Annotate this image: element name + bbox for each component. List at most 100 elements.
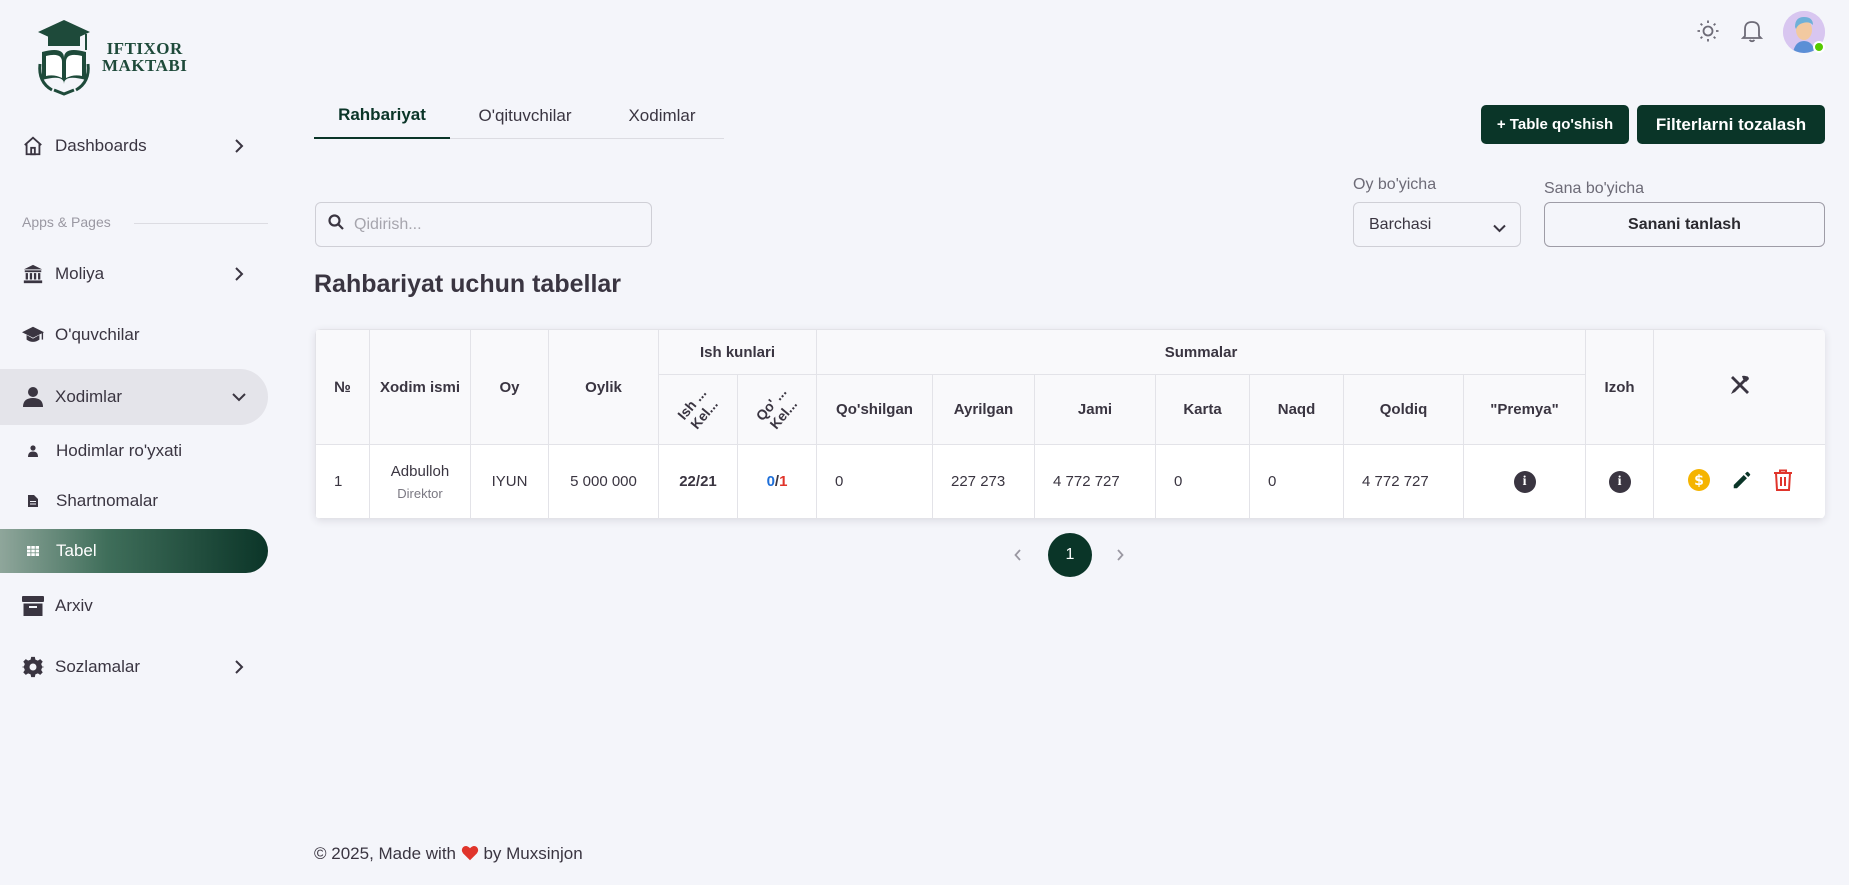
cell-extra-days: 0/1 [737, 444, 817, 519]
person-small-icon [26, 444, 40, 458]
header-no: № [315, 329, 370, 445]
home-icon [22, 135, 44, 157]
user-icon [22, 386, 44, 408]
edit-pencil-icon[interactable] [1731, 469, 1753, 495]
chevron-right-icon [232, 267, 246, 281]
header-month: Oy [470, 329, 549, 445]
tabs: Rahbariyat O'qituvchilar Xodimlar [314, 92, 724, 139]
page-number-button[interactable]: 1 [1048, 533, 1092, 577]
tabel-table-card: № Xodim ismi Oy Oylik Ish kunlari Summal… [315, 329, 1825, 519]
date-picker-button[interactable]: Sanani tanlash [1544, 202, 1825, 247]
month-select[interactable]: Barchasi [1353, 202, 1521, 247]
extra-days-a: 0 [766, 473, 775, 490]
search-input[interactable] [354, 215, 634, 234]
sidebar-item-arxiv[interactable]: Arxiv [0, 578, 268, 634]
bank-icon [22, 263, 44, 285]
sidebar-item-dashboards[interactable]: Dashboards [0, 118, 268, 174]
sidebar-item-label: O'quvchilar [55, 325, 140, 344]
tabel-table: № Xodim ismi Oy Oylik Ish kunlari Summal… [315, 329, 1825, 519]
header-note: Izoh [1585, 329, 1655, 445]
cell-card: 0 [1155, 444, 1250, 519]
cell-bonus: i [1462, 444, 1587, 519]
pagination: 1 [1010, 533, 1130, 577]
cell-deducted: 227 273 [932, 444, 1035, 519]
sidebar-item-label: Sozlamalar [55, 657, 141, 676]
footer-text-before: © 2025, Made with [314, 844, 456, 863]
header-added: Qo'shilgan [816, 374, 933, 445]
tab-xodimlar[interactable]: Xodimlar [600, 92, 724, 139]
search-icon [328, 214, 344, 235]
chevron-right-icon [232, 139, 246, 153]
work-days-total: 21 [700, 473, 717, 490]
header-work-days-sub-2: Qo' ... Kel... [737, 374, 817, 445]
sidebar-item-moliya[interactable]: Moliya [0, 246, 268, 302]
note-info-icon[interactable]: i [1608, 470, 1631, 493]
school-book-icon [38, 20, 90, 96]
header-card: Karta [1155, 374, 1250, 445]
online-status-dot [1813, 41, 1825, 53]
header-deducted: Ayrilgan [932, 374, 1035, 445]
sidebar-item-tabel[interactable]: Tabel [0, 529, 268, 573]
tab-rahbariyat[interactable]: Rahbariyat [314, 92, 450, 139]
header-salary: Oylik [548, 329, 659, 445]
graduation-cap-icon [22, 324, 44, 346]
chevron-right-icon [232, 660, 246, 674]
cell-no: 1 [315, 444, 370, 519]
sidebar-item-hodimlar-royxati[interactable]: Hodimlar ro'yxati [0, 429, 268, 473]
employee-name: Adbulloh [390, 462, 450, 480]
sidebar: IFTIXOR MAKTABI Dashboards Apps & Pages … [0, 0, 270, 885]
logo[interactable]: IFTIXOR MAKTABI [34, 18, 187, 96]
footer: © 2025, Made with by Muxsinjon [314, 844, 583, 864]
header-sums: Summalar [815, 329, 1587, 375]
notification-bell-icon[interactable] [1737, 16, 1767, 46]
footer-text-after: by Muxsinjon [483, 844, 583, 863]
header-bonus: "Premya" [1462, 374, 1587, 445]
bonus-info-icon[interactable]: i [1513, 470, 1536, 493]
header-cash: Naqd [1249, 374, 1344, 445]
section-label: Apps & Pages [22, 214, 111, 230]
archive-icon [22, 595, 44, 617]
extra-days-b: 1 [779, 473, 788, 490]
month-filter-label: Oy bo'yicha [1353, 176, 1437, 193]
header-name: Xodim ismi [369, 329, 471, 445]
next-page-chevron-icon[interactable] [1112, 547, 1128, 563]
sidebar-item-sozlamalar[interactable]: Sozlamalar [0, 639, 268, 695]
sidebar-item-label: Hodimlar ro'yxati [56, 441, 183, 460]
cell-note: i [1585, 444, 1655, 519]
header-work-days: Ish kunlari [658, 329, 817, 375]
pay-coin-icon[interactable]: $ [1687, 468, 1711, 496]
employee-role: Direktor [397, 485, 443, 501]
sidebar-item-shartnomalar[interactable]: Shartnomalar [0, 479, 268, 523]
svg-text:$: $ [1694, 473, 1704, 489]
logo-line-1: IFTIXOR [106, 39, 183, 58]
add-table-button[interactable]: + Table qo'shish [1481, 105, 1629, 144]
cell-added: 0 [816, 444, 933, 519]
date-filter-label: Sana bo'yicha [1544, 180, 1645, 197]
chevron-down-icon [232, 390, 246, 404]
header-work-days-sub-1: Ish ... Kel... [658, 374, 738, 445]
sidebar-item-label: Dashboards [55, 136, 147, 155]
clear-filters-button[interactable]: Filterlarni tozalash [1637, 105, 1825, 144]
logo-line-2: MAKTABI [102, 56, 188, 75]
header-total: Jami [1034, 374, 1156, 445]
page-title: Rahbariyat uchun tabellar [314, 270, 622, 298]
search-box [315, 202, 652, 247]
header-actions [1653, 329, 1825, 445]
theme-toggle-sun-icon[interactable] [1693, 16, 1723, 46]
cell-cash: 0 [1249, 444, 1344, 519]
header-rest: Qoldiq [1343, 374, 1464, 445]
cell-actions: $ [1653, 444, 1825, 519]
chevron-down-icon [1493, 220, 1506, 238]
row-actions: $ [1687, 468, 1793, 496]
prev-page-chevron-icon[interactable] [1010, 547, 1026, 563]
delete-trash-icon[interactable] [1773, 469, 1793, 495]
cell-salary: 5 000 000 [548, 444, 659, 519]
sidebar-item-label: Xodimlar [55, 387, 123, 406]
cell-name: Adbulloh Direktor [369, 444, 471, 519]
sidebar-item-label: Tabel [56, 541, 97, 560]
tab-oqituvchilar[interactable]: O'qituvchilar [450, 92, 600, 139]
sidebar-item-oquvchilar[interactable]: O'quvchilar [0, 307, 268, 363]
cell-month: IYUN [470, 444, 549, 519]
sidebar-item-label: Arxiv [55, 596, 93, 615]
sidebar-item-xodimlar[interactable]: Xodimlar [0, 369, 268, 425]
